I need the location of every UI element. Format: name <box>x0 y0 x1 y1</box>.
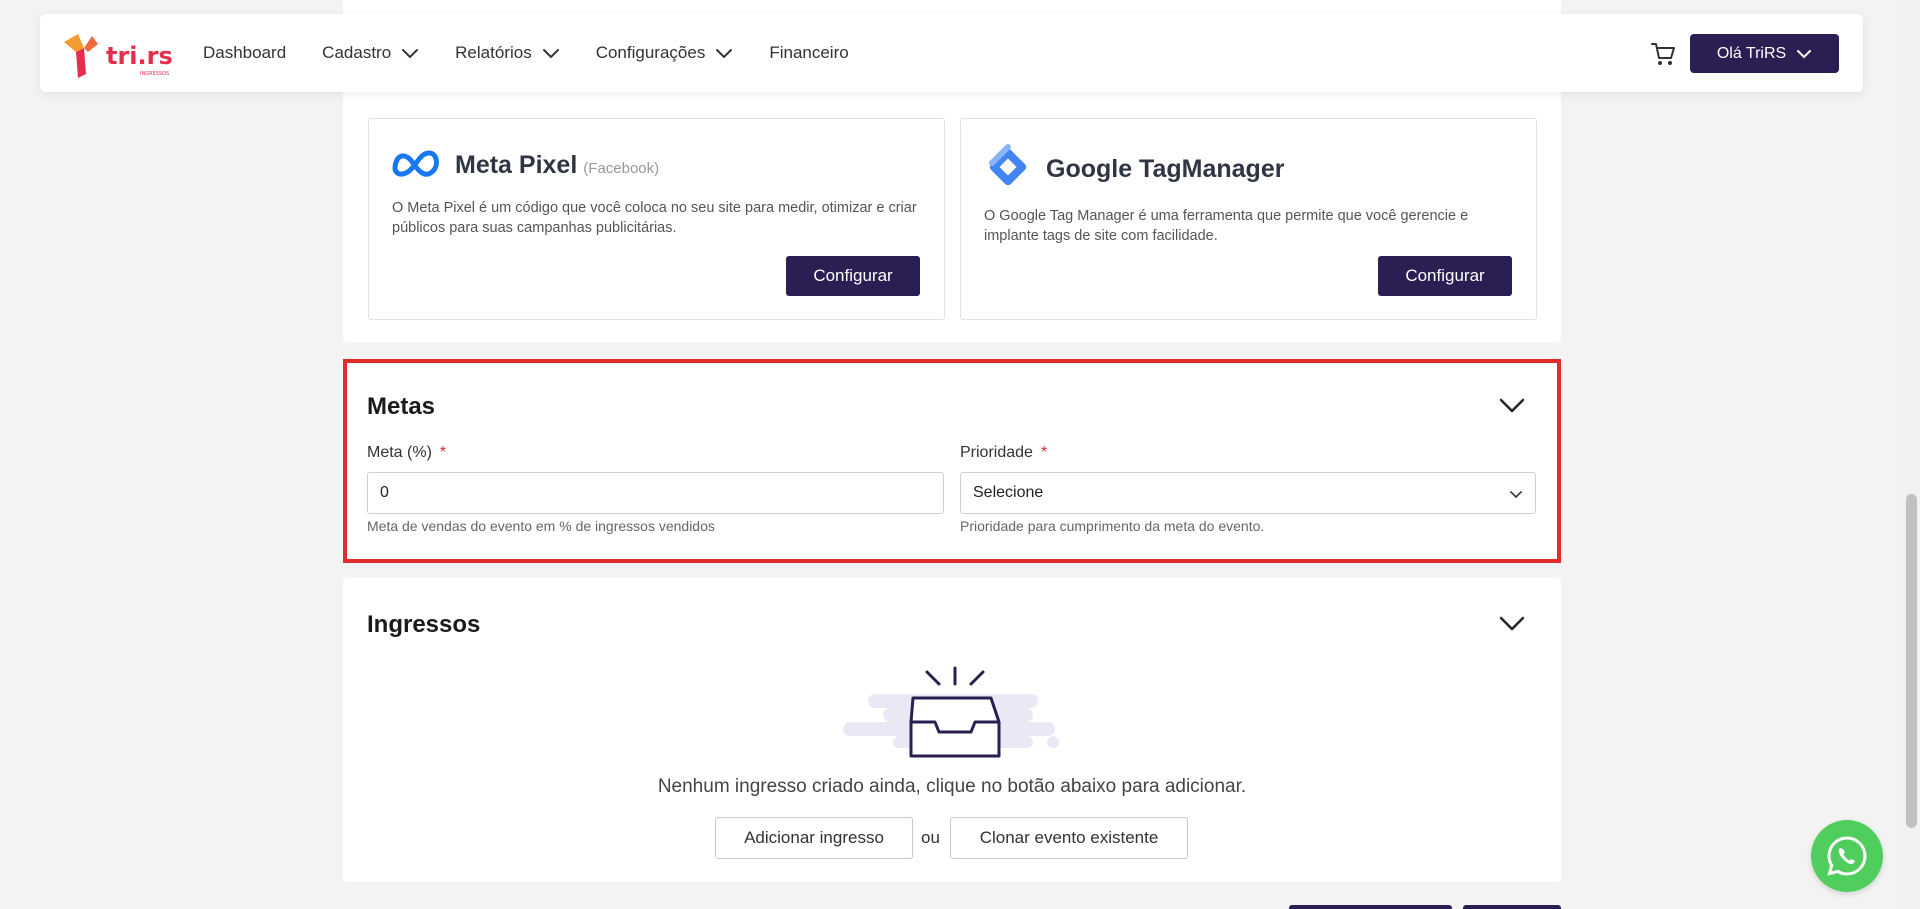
required-mark: * <box>1040 444 1048 461</box>
meta-pixel-subtitle: (Facebook) <box>583 160 660 177</box>
meta-percent-input[interactable]: 0 <box>367 472 944 514</box>
meta-pixel-title: Meta Pixel <box>455 151 578 179</box>
required-mark: * <box>439 444 447 461</box>
priority-label: Prioridade * <box>960 444 1047 462</box>
priority-select[interactable]: Selecione <box>960 472 1536 514</box>
chevron-down-icon <box>401 48 419 59</box>
page-scrollbar-thumb[interactable] <box>1906 494 1917 828</box>
gtm-configure-button[interactable]: Configurar <box>1378 256 1512 296</box>
meta-logo-icon <box>391 147 441 184</box>
nav-item-financeiro[interactable]: Financeiro <box>769 43 848 63</box>
empty-inbox-icon <box>843 666 1065 766</box>
meta-pixel-card: Meta Pixel (Facebook) O Meta Pixel é um … <box>368 118 945 320</box>
nav-item-dashboard[interactable]: Dashboard <box>203 43 286 63</box>
meta-pixel-title-row: Meta Pixel (Facebook) <box>391 141 659 180</box>
top-navbar: tri.rs INGRESSOS Dashboard Cadastro Rela… <box>40 14 1863 92</box>
nav-menu: Dashboard Cadastro Relatórios Configuraç… <box>203 14 885 92</box>
chevron-down-icon <box>715 48 733 59</box>
nav-item-cadastro[interactable]: Cadastro <box>322 43 419 63</box>
cart-icon[interactable] <box>1649 40 1677 68</box>
meta-percent-label-text: Meta (%) <box>367 444 432 461</box>
gtm-title: Google TagManager <box>1046 155 1285 183</box>
nav-item-label: Relatórios <box>455 43 532 62</box>
logo-sub: INGRESSOS <box>140 71 169 77</box>
nav-item-label: Cadastro <box>322 43 392 62</box>
nav-item-configuracoes[interactable]: Configurações <box>596 43 734 63</box>
gtm-title-row: Google TagManager <box>984 143 1284 196</box>
nav-item-label: Configurações <box>595 43 706 62</box>
chevron-down-icon <box>542 48 560 59</box>
whatsapp-chat-icon[interactable] <box>1811 820 1883 892</box>
meta-pixel-description: O Meta Pixel é um código que você coloca… <box>392 200 917 236</box>
priority-select-value: Selecione <box>973 484 1044 501</box>
gtm-description: O Google Tag Manager é uma ferramenta qu… <box>984 208 1469 244</box>
logo-wordmark: tri.rs <box>106 42 173 70</box>
empty-tickets-message: Nenhum ingresso criado ainda, clique no … <box>657 776 1247 797</box>
bottom-action-button[interactable] <box>1289 905 1452 909</box>
meta-percent-label: Meta (%) * <box>367 444 446 462</box>
or-text: ou <box>921 828 940 847</box>
chevron-down-icon <box>1509 487 1523 505</box>
clone-event-button[interactable]: Clonar evento existente <box>950 817 1188 859</box>
gtm-card: Google TagManager O Google Tag Manager é… <box>960 118 1537 320</box>
nav-item-label: Financeiro <box>769 43 849 62</box>
metas-collapse-chevron-down-icon[interactable] <box>1499 398 1525 418</box>
priority-help: Prioridade para cumprimento da meta do e… <box>960 518 1265 534</box>
metas-title: Metas <box>367 393 436 420</box>
meta-percent-help: Meta de vendas do evento em % de ingress… <box>367 518 715 534</box>
chevron-down-icon <box>1796 49 1812 59</box>
ingressos-title: Ingressos <box>367 611 481 638</box>
add-ticket-button[interactable]: Adicionar ingresso <box>715 817 913 859</box>
trirs-logo[interactable]: tri.rs INGRESSOS <box>62 30 180 80</box>
ingressos-collapse-chevron-down-icon[interactable] <box>1499 616 1525 636</box>
meta-pixel-configure-button[interactable]: Configurar <box>786 256 920 296</box>
user-menu-button[interactable]: Olá TriRS <box>1690 34 1839 73</box>
user-menu-label: Olá TriRS <box>1716 44 1787 62</box>
nav-item-label: Dashboard <box>203 43 287 62</box>
google-tagmanager-icon <box>984 143 1032 196</box>
priority-label-text: Prioridade <box>960 444 1033 461</box>
bottom-action-button[interactable] <box>1463 905 1561 909</box>
nav-item-relatorios[interactable]: Relatórios <box>455 43 560 63</box>
